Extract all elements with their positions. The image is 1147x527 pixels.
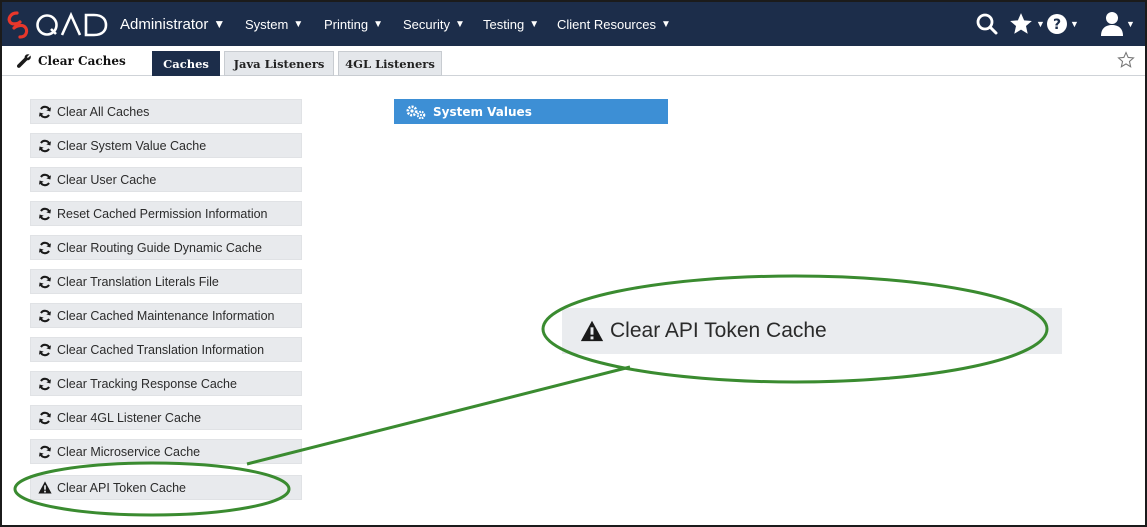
menu-client-resources-label: Client Resources — [557, 16, 656, 32]
refresh-icon — [39, 173, 51, 186]
chevron-down-icon: ▼ — [1036, 19, 1045, 29]
button-label: Clear Cached Maintenance Information — [57, 308, 275, 323]
user-icon — [1101, 12, 1123, 36]
menu-security[interactable]: Security ▼ — [403, 2, 465, 46]
clear-cached-maintenance-button[interactable]: Clear Cached Maintenance Information — [30, 303, 302, 328]
clear-tracking-response-button[interactable]: Clear Tracking Response Cache — [30, 371, 302, 396]
button-label: Clear 4GL Listener Cache — [57, 410, 202, 425]
refresh-icon — [39, 207, 51, 220]
chevron-down-icon: ▼ — [661, 18, 671, 30]
clear-cached-translation-button[interactable]: Clear Cached Translation Information — [30, 337, 302, 362]
reset-cached-permission-button[interactable]: Reset Cached Permission Information — [30, 201, 302, 226]
qad-logo[interactable] — [6, 10, 116, 40]
page-title-text: Clear Caches — [38, 54, 126, 68]
menu-security-label: Security — [403, 16, 450, 32]
button-label: Clear All Caches — [57, 104, 150, 119]
tab-4gl-listeners[interactable]: 4GL Listeners — [338, 51, 442, 76]
app-window: Administrator ▼ System ▼ Printing ▼ Secu… — [0, 0, 1147, 527]
help-icon: ? — [1047, 14, 1067, 34]
user-menu[interactable]: ▼ — [1100, 2, 1135, 46]
chevron-down-icon: ▼ — [454, 18, 465, 30]
button-label: Clear Microservice Cache — [57, 444, 201, 459]
clear-system-value-cache-button[interactable]: Clear System Value Cache — [30, 133, 302, 158]
favorites-star-icon — [1010, 13, 1032, 34]
callout-label: Clear API Token Cache — [610, 319, 827, 342]
refresh-icon — [39, 309, 51, 322]
top-navigation-bar: Administrator ▼ System ▼ Printing ▼ Secu… — [2, 2, 1145, 46]
menu-system-label: System — [245, 16, 289, 32]
chevron-down-icon: ▼ — [213, 17, 226, 31]
tab-java-listeners[interactable]: Java Listeners — [224, 51, 334, 76]
warning-icon — [580, 320, 604, 342]
menu-testing[interactable]: Testing ▼ — [483, 2, 539, 46]
chevron-down-icon: ▼ — [1126, 19, 1135, 29]
tab-caches-label: Caches — [163, 56, 209, 71]
clear-microservice-cache-button[interactable]: Clear Microservice Cache — [30, 439, 302, 464]
tab-java-listeners-label: Java Listeners — [233, 56, 325, 71]
refresh-icon — [39, 411, 51, 424]
menu-printing[interactable]: Printing ▼ — [324, 2, 383, 46]
refresh-icon — [39, 377, 51, 390]
clear-routing-guide-cache-button[interactable]: Clear Routing Guide Dynamic Cache — [30, 235, 302, 260]
favorites-menu[interactable]: ▼ — [1008, 2, 1045, 46]
tab-strip: Clear Caches Caches Java Listeners 4GL L… — [2, 46, 1145, 76]
role-menu-label: Administrator — [120, 15, 209, 33]
clear-4gl-listener-cache-button[interactable]: Clear 4GL Listener Cache — [30, 405, 302, 430]
refresh-icon — [39, 275, 51, 288]
refresh-icon — [39, 139, 51, 152]
chevron-down-icon: ▼ — [529, 18, 540, 30]
chevron-down-icon: ▼ — [1070, 19, 1079, 29]
callout-zoom: Clear API Token Cache — [562, 308, 1062, 354]
refresh-icon — [39, 445, 51, 458]
menu-system[interactable]: System ▼ — [245, 2, 303, 46]
wrench-icon — [16, 54, 31, 68]
button-label: Clear API Token Cache — [57, 480, 187, 495]
button-label: Clear Tracking Response Cache — [57, 376, 237, 391]
role-menu[interactable]: Administrator ▼ — [120, 2, 225, 46]
button-label: Reset Cached Permission Information — [57, 206, 268, 221]
clear-user-cache-button[interactable]: Clear User Cache — [30, 167, 302, 192]
clear-translation-literals-button[interactable]: Clear Translation Literals File — [30, 269, 302, 294]
refresh-icon — [39, 343, 51, 356]
svg-text:?: ? — [1053, 17, 1061, 33]
menu-testing-label: Testing — [483, 16, 525, 32]
tab-4gl-listeners-label: 4GL Listeners — [345, 56, 435, 71]
annotation-connector-line — [246, 365, 631, 466]
refresh-icon — [39, 241, 51, 254]
warning-icon — [38, 481, 52, 494]
menu-client-resources[interactable]: Client Resources ▼ — [557, 2, 671, 46]
chevron-down-icon: ▼ — [293, 18, 304, 30]
button-label: Clear Routing Guide Dynamic Cache — [57, 240, 262, 255]
button-label: Clear Cached Translation Information — [57, 342, 265, 357]
clear-api-token-cache-button[interactable]: Clear API Token Cache — [30, 475, 302, 500]
button-label: Clear System Value Cache — [57, 138, 207, 153]
button-label: Clear User Cache — [57, 172, 157, 187]
page-title: Clear Caches — [16, 46, 126, 76]
clear-all-caches-button[interactable]: Clear All Caches — [30, 99, 302, 124]
system-values-label: System Values — [433, 104, 532, 119]
button-label: Clear Translation Literals File — [57, 274, 219, 289]
add-favorite-star-icon[interactable] — [1117, 51, 1135, 74]
refresh-icon — [39, 105, 51, 118]
chevron-down-icon: ▼ — [373, 18, 383, 30]
search-icon[interactable] — [975, 2, 999, 46]
tab-caches[interactable]: Caches — [152, 51, 220, 76]
gears-icon — [406, 105, 426, 119]
help-menu[interactable]: ? ▼ — [1046, 2, 1079, 46]
system-values-button[interactable]: System Values — [394, 99, 668, 124]
menu-printing-label: Printing — [324, 16, 369, 32]
